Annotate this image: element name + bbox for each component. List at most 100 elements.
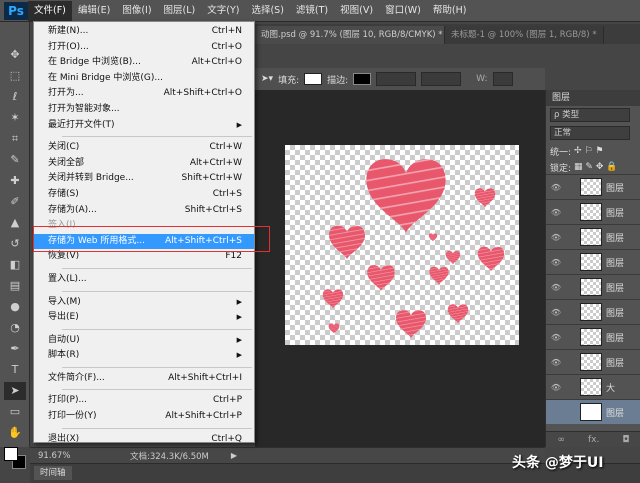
color-swatches[interactable]	[4, 447, 28, 469]
file-menu-item[interactable]: 存储为 Web 所用格式... Alt+Shift+Ctrl+S	[34, 233, 254, 250]
menu-3[interactable]: 图层(L)	[158, 1, 202, 21]
layer-row[interactable]: 👁 图层	[546, 274, 640, 299]
foreground-color-swatch[interactable]	[4, 447, 18, 461]
gradient-tool-icon[interactable]: ▤	[4, 277, 26, 295]
document-canvas[interactable]	[285, 145, 519, 345]
file-menu-item[interactable]: 脚本(R) ▶	[34, 348, 254, 364]
lock-icons[interactable]: ▦ ✎ ✥ 🔒	[574, 162, 617, 172]
hand-tool-icon[interactable]: ✋	[4, 424, 26, 442]
file-menu-item[interactable]: 文件简介(F)... Alt+Shift+Ctrl+I	[34, 371, 254, 387]
arrow-icon[interactable]: ➤▾	[261, 74, 273, 84]
eye-icon[interactable]: 👁	[546, 183, 566, 192]
menu-items: 文件(F) 编辑(E) 图像(I) 图层(L) 文字(Y) 选择(S) 滤镜(T) 视图(V)…	[28, 0, 473, 21]
menu-6[interactable]: 滤镜(T)	[290, 1, 334, 21]
blur-tool-icon[interactable]: ●	[4, 298, 26, 316]
pen-tool-icon[interactable]: ✒	[4, 340, 26, 358]
layer-name: 图层	[606, 308, 625, 319]
dodge-tool-icon[interactable]: ◔	[4, 319, 26, 337]
eye-icon[interactable]: 👁	[546, 333, 566, 342]
zoom-level[interactable]: 91.67%	[30, 451, 75, 461]
file-menu-item[interactable]: 退出(X) Ctrl+Q	[34, 432, 254, 448]
stroke-width-field[interactable]	[376, 72, 417, 86]
eye-icon[interactable]: 👁	[546, 258, 566, 267]
file-menu-item[interactable]: 关闭并转到 Bridge... Shift+Ctrl+W	[34, 171, 254, 187]
status-arrow-icon[interactable]: ▶	[231, 451, 237, 460]
eye-icon[interactable]: 👁	[546, 383, 566, 392]
layer-row[interactable]: 👁 图层	[546, 349, 640, 374]
menu-4[interactable]: 文字(Y)	[201, 1, 245, 21]
file-menu-item[interactable]: 打开(O)... Ctrl+O	[34, 40, 254, 56]
file-menu-item[interactable]: 恢复(V) F12	[34, 249, 254, 265]
document-tab[interactable]: 动图.psd @ 91.7% (图层 10, RGB/8/CMYK) *	[255, 26, 445, 44]
layer-row[interactable]: 👁 图层	[546, 324, 640, 349]
menu-7[interactable]: 视图(V)	[334, 1, 379, 21]
menu-item-label: 文件简介(F)...	[48, 372, 105, 383]
eye-icon[interactable]: 👁	[546, 358, 566, 367]
eye-icon[interactable]: 👁	[546, 208, 566, 217]
file-menu-item[interactable]: 存储(S) Ctrl+S	[34, 187, 254, 203]
brush-tool-icon[interactable]: ✐	[4, 193, 26, 211]
document-tab[interactable]: 未标题-1 @ 100% (图层 1, RGB/8) *	[445, 26, 604, 44]
healing-brush-tool-icon[interactable]: ✚	[4, 172, 26, 190]
layers-footer-icon[interactable]: fx.	[588, 435, 599, 445]
layers-panel-title[interactable]: 图层	[546, 90, 640, 106]
layer-row[interactable]: 👁 图层	[546, 299, 640, 324]
file-menu-item[interactable]: 自动(U) ▶	[34, 333, 254, 349]
layer-row[interactable]: 👁 图层	[546, 249, 640, 274]
file-menu-item[interactable]: 打印一份(Y) Alt+Shift+Ctrl+P	[34, 409, 254, 425]
crop-tool-icon[interactable]: ⌗	[4, 130, 26, 148]
menu-8[interactable]: 窗口(W)	[379, 1, 427, 21]
layers-footer-icon[interactable]: ◘	[622, 435, 629, 445]
layer-row[interactable]: 👁 图层	[546, 174, 640, 199]
eye-icon[interactable]: 👁	[546, 308, 566, 317]
menu-0[interactable]: 文件(F)	[28, 0, 72, 21]
fill-swatch[interactable]	[304, 73, 323, 85]
unify-icons[interactable]: ✢ ⚐ ⚑	[574, 146, 603, 156]
file-menu-item[interactable]: 关闭(C) Ctrl+W	[34, 140, 254, 156]
layers-footer-icon[interactable]: ∞	[558, 435, 566, 445]
eraser-tool-icon[interactable]: ◧	[4, 256, 26, 274]
file-menu-item[interactable]: 在 Bridge 中浏览(B)... Alt+Ctrl+O	[34, 55, 254, 71]
type-tool-icon[interactable]: T	[4, 361, 26, 379]
stroke-swatch[interactable]	[353, 73, 372, 85]
menu-5[interactable]: 选择(S)	[245, 1, 289, 21]
history-brush-tool-icon[interactable]: ↺	[4, 235, 26, 253]
eye-icon[interactable]: 👁	[546, 283, 566, 292]
file-menu-item[interactable]: 最近打开文件(T) ▶	[34, 118, 254, 134]
layer-row[interactable]: 👁 图层	[546, 224, 640, 249]
eye-icon[interactable]: 👁	[546, 233, 566, 242]
lasso-tool-icon[interactable]: ℓ	[4, 88, 26, 106]
layer-row[interactable]: 图层	[546, 399, 640, 424]
move-tool-icon[interactable]: ✥	[4, 46, 26, 64]
file-menu-item[interactable]: 导入(M) ▶	[34, 295, 254, 311]
layer-filter-select[interactable]: ρ 类型	[550, 108, 630, 122]
file-menu-item[interactable]: 存储为(A)... Shift+Ctrl+S	[34, 203, 254, 219]
blend-mode-select[interactable]: 正常	[550, 126, 630, 140]
file-menu-item[interactable]: 在 Mini Bridge 中浏览(G)...	[34, 71, 254, 87]
file-menu-item[interactable]: 导出(E) ▶	[34, 310, 254, 326]
shape-tool-icon[interactable]: ▭	[4, 403, 26, 421]
layer-row[interactable]: 👁 大	[546, 374, 640, 399]
stamp-tool-icon[interactable]: ▲	[4, 214, 26, 232]
layers-panel: 图层 ρ 类型 正常 统一: ✢ ⚐ ⚑ 锁定: ▦ ✎ ✥ 🔒 👁 图层 👁 图层 👁 图层…	[545, 90, 640, 447]
file-menu-item[interactable]: 关闭全部 Alt+Ctrl+W	[34, 156, 254, 172]
menu-item-shortcut: Ctrl+S	[212, 188, 242, 199]
stroke-type-field[interactable]	[421, 72, 462, 86]
magic-wand-tool-icon[interactable]: ✶	[4, 109, 26, 127]
file-menu-item[interactable]: 打印(P)... Ctrl+P	[34, 393, 254, 409]
menu-9[interactable]: 帮助(H)	[427, 1, 473, 21]
file-menu-item[interactable]: 新建(N)... Ctrl+N	[34, 24, 254, 40]
file-menu-item[interactable]: 打开为... Alt+Shift+Ctrl+O	[34, 86, 254, 102]
layer-row[interactable]: 👁 图层	[546, 199, 640, 224]
timeline-tab[interactable]: 时间轴	[34, 466, 72, 480]
eyedropper-tool-icon[interactable]: ✎	[4, 151, 26, 169]
file-menu-item[interactable]: 置入(L)...	[34, 272, 254, 288]
layer-name: 图层	[606, 258, 625, 269]
file-menu-item[interactable]: 打开为智能对象...	[34, 102, 254, 118]
path-selection-tool-icon[interactable]: ➤	[4, 382, 26, 400]
layer-thumbnail	[580, 278, 602, 296]
marquee-tool-icon[interactable]: ⬚	[4, 67, 26, 85]
menu-1[interactable]: 编辑(E)	[72, 1, 116, 21]
menu-2[interactable]: 图像(I)	[116, 1, 157, 21]
width-field[interactable]	[492, 72, 513, 86]
